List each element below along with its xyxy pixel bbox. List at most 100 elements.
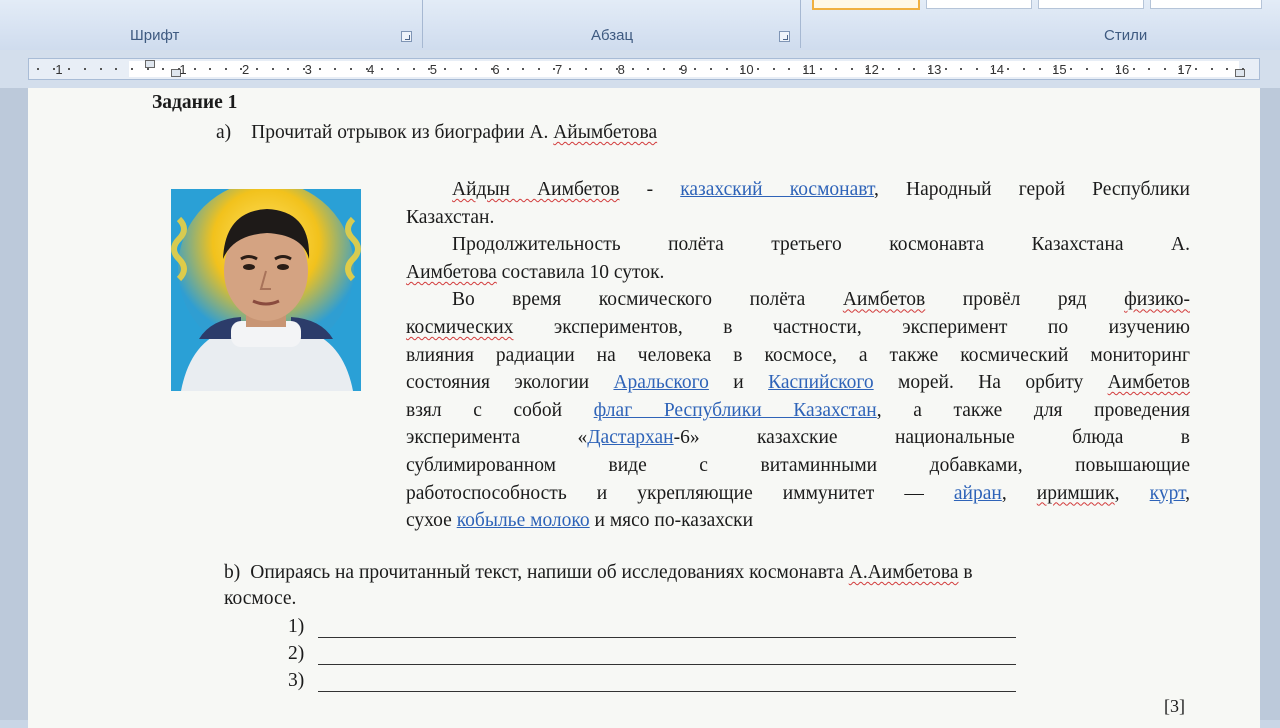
- ruler-tick: [913, 68, 916, 70]
- ruler-tick: [412, 68, 415, 70]
- ruler-tick: [725, 68, 728, 70]
- font-dialog-launcher-icon[interactable]: [401, 31, 412, 42]
- answer-2-line[interactable]: [318, 664, 1016, 665]
- style-heading2-button[interactable]: [1150, 0, 1262, 9]
- ruler-number: 9: [680, 62, 688, 77]
- ruler-tick: [177, 68, 180, 70]
- link-dastarkhan[interactable]: Дастархан: [587, 427, 673, 448]
- ruler-tick: [819, 68, 822, 70]
- style-normal-button[interactable]: [812, 0, 920, 10]
- ruler-tick: [271, 68, 274, 70]
- ruler-tick: [600, 68, 603, 70]
- ruler-tick: [224, 68, 227, 70]
- bio-line-3: Продолжительность полёта третьего космон…: [406, 231, 1190, 259]
- bio-line-9: взял с собой флаг Республики Казахстан, …: [406, 397, 1190, 425]
- ruler-tick: [835, 68, 838, 70]
- ruler-tick: [52, 68, 55, 70]
- link-mare-milk[interactable]: кобылье молоко: [457, 510, 590, 531]
- bio-p3-l4-surname: Аимбетов: [1107, 372, 1190, 394]
- ruler-tick: [569, 68, 572, 70]
- ruler-tick: [788, 68, 791, 70]
- part-a-line: а) Прочитай отрывок из биографии А. Айымб…: [216, 122, 657, 144]
- bio-p3-l5a: взял с собой: [406, 399, 594, 421]
- ruler-tick: [1132, 68, 1135, 70]
- ruler-tick: [1022, 68, 1025, 70]
- ruler-tick: [663, 68, 665, 70]
- part-b-surname: А.Аимбетова: [848, 562, 959, 583]
- ruler-number: 2: [241, 62, 250, 77]
- ruler-bar: 1 1 2 3 4 5 6 7 8 9 10 11 12 13 14 15 16 17: [0, 50, 1280, 88]
- ruler-tick: [694, 68, 697, 70]
- part-b-text: Опираясь на прочитанный текст, напиши об…: [250, 562, 849, 583]
- part-b-line-1: b) Опираясь на прочитанный текст, напиши …: [224, 562, 973, 584]
- ruler-tick: [209, 68, 212, 70]
- ruler-tick: [475, 68, 478, 70]
- bio-p1-rest: , Народный герой Республики: [874, 179, 1190, 200]
- ruler-tick: [490, 68, 493, 70]
- ruler-tick: [381, 68, 384, 70]
- link-kazakh-cosmonaut[interactable]: казахский космонавт: [680, 179, 874, 200]
- bio-p3-l6a: эксперимента «: [406, 427, 588, 449]
- answer-2-label: 2): [288, 643, 305, 664]
- cosmonaut-portrait: [171, 189, 361, 391]
- score-label: [3]: [1164, 696, 1185, 716]
- ruler-tick: [334, 68, 337, 70]
- style-no-spacing-button[interactable]: [926, 0, 1032, 9]
- link-kurt[interactable]: курт: [1150, 483, 1186, 504]
- ruler-tick: [803, 68, 806, 70]
- right-indent-marker-icon[interactable]: [1235, 69, 1245, 77]
- link-flag-kazakhstan[interactable]: флаг Республики Казахстан: [594, 400, 877, 421]
- ruler-tick: [37, 68, 39, 70]
- ruler-tick: [960, 68, 963, 70]
- ruler-number: 5: [429, 62, 438, 77]
- bio-p3-cosmic: космических: [406, 316, 514, 338]
- ruler-tick: [162, 68, 165, 70]
- ruler-tick: [616, 68, 619, 70]
- ruler-tick: [1195, 68, 1198, 70]
- part-a-text: Прочитай отрывок из биографии А.: [251, 122, 554, 143]
- answer-1-label: 1): [288, 616, 305, 637]
- ruler-tick: [976, 68, 978, 70]
- answer-3-label: 3): [288, 670, 305, 691]
- ruler-tick: [240, 68, 243, 70]
- bio-line-12: работоспособность и укрепляющие иммуните…: [406, 480, 1190, 508]
- ruler-tick: [522, 68, 525, 70]
- ruler-tick: [866, 68, 869, 70]
- ruler-tick: [553, 68, 556, 70]
- bio-p3-l4a: состояния экологии: [406, 372, 614, 394]
- ruler-tick: [193, 68, 196, 70]
- ruler-tick: [631, 68, 634, 70]
- bio-p3-l5b: , а также для проведения: [876, 399, 1190, 421]
- link-ayran[interactable]: айран: [954, 483, 1002, 504]
- part-b-line-2: космосе.: [224, 588, 297, 609]
- bio-p3-l8a: работоспособность и укрепляющие иммуните…: [406, 482, 954, 504]
- ruler-tick: [709, 68, 712, 70]
- paragraph-dialog-launcher-icon[interactable]: [779, 31, 790, 42]
- bio-line-8: состояния экологии Аральского и Каспийск…: [406, 369, 1190, 397]
- font-group: Шрифт: [0, 0, 423, 48]
- bio-dash: -: [619, 179, 681, 200]
- ruler-tick: [287, 68, 290, 70]
- bio-p3-physico: физико-: [1124, 289, 1190, 311]
- link-aral[interactable]: Аральского: [613, 372, 708, 393]
- document-page[interactable]: Задание 1 а) Прочитай отрывок из биографи…: [28, 88, 1260, 728]
- ruler-tick: [443, 68, 446, 70]
- ruler-tick: [303, 68, 306, 70]
- bio-p3-surname: Аимбетов: [842, 289, 926, 311]
- ruler-tick: [1242, 68, 1245, 70]
- link-caspian[interactable]: Каспийского: [768, 372, 874, 393]
- ruler-tick: [256, 68, 259, 70]
- ruler-number: 8: [617, 62, 625, 77]
- ruler-tick: [1101, 68, 1104, 70]
- style-heading1-button[interactable]: [1038, 0, 1144, 9]
- first-line-indent-marker-icon[interactable]: [145, 60, 155, 68]
- ruler-tick: [1054, 68, 1057, 70]
- horizontal-ruler[interactable]: 1 1 2 3 4 5 6 7 8 9 10 11 12 13 14 15 16 17: [28, 58, 1260, 80]
- ruler-tick: [350, 68, 352, 70]
- bio-p2-rest: составила 10 суток.: [496, 261, 665, 283]
- bio-line-6: космических экспериментов, в частности, …: [406, 314, 1190, 342]
- bio-p3-l4c: морей. На орбиту: [873, 372, 1108, 394]
- answer-1-line[interactable]: [318, 637, 1016, 638]
- answer-3-line[interactable]: [318, 691, 1016, 692]
- ruler-tick: [83, 68, 86, 70]
